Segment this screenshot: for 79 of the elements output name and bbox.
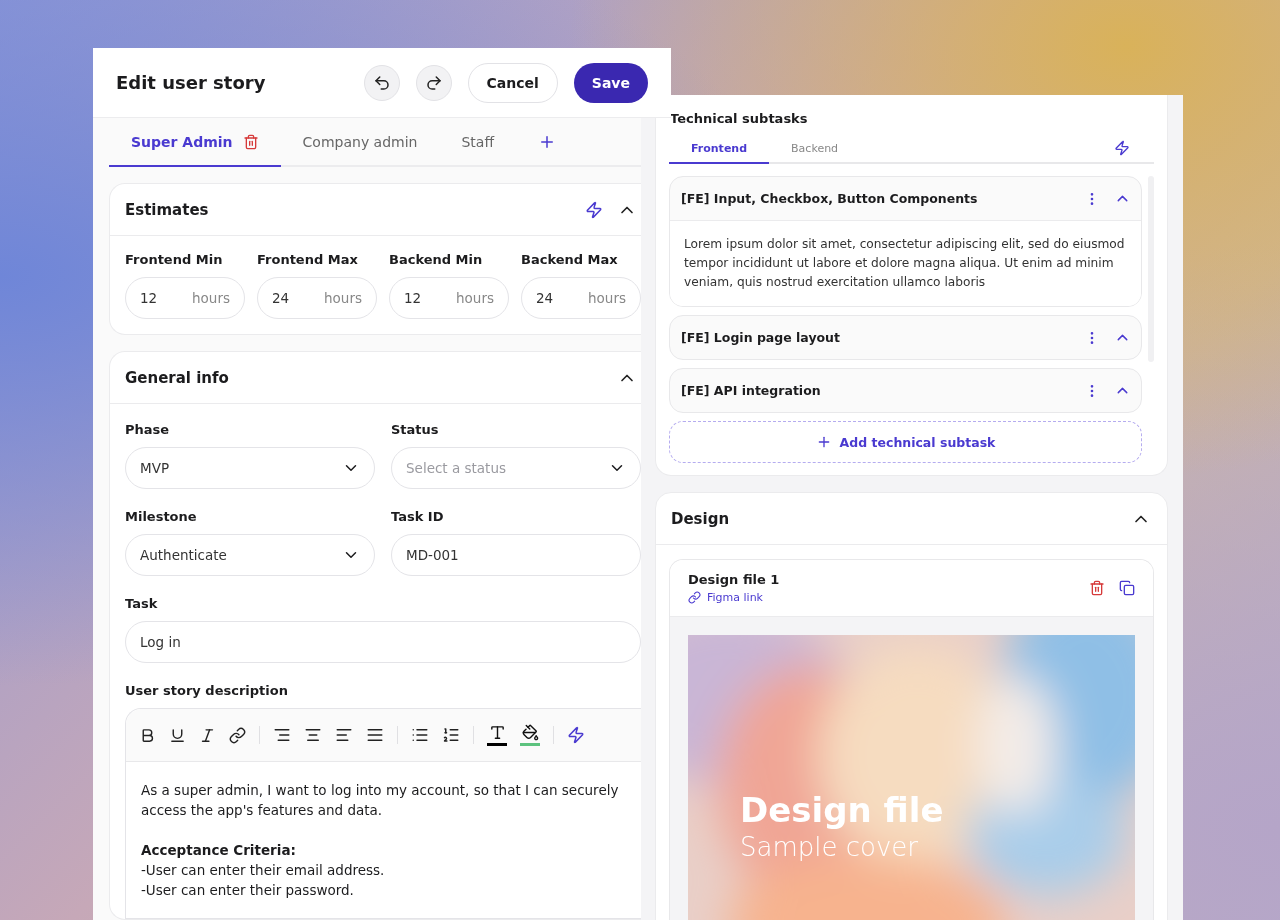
subtask-description: Lorem ipsum dolor sit amet, consectetur adipiscing elit, sed do eiusmod tempor incididunt ut labore et dolore magna aliqua. Ut enim ad minim veniam, quis nostrud exercitation ullamco laboris: [670, 220, 1141, 306]
link-icon: [688, 591, 701, 604]
italic-icon[interactable]: [199, 726, 216, 744]
text-color-button[interactable]: [487, 724, 507, 746]
field-value: 24: [272, 290, 291, 306]
fill-color-button[interactable]: [520, 724, 540, 746]
description-paragraph: Acceptance Criteria: -User can enter their email address. -User can enter their password.: [141, 841, 386, 900]
align-right-icon[interactable]: [273, 726, 291, 744]
role-tab[interactable]: Super Admin: [109, 118, 281, 167]
figma-link[interactable]: Figma link: [688, 591, 1075, 604]
window-title: Edit user story: [116, 72, 267, 93]
subtask-title: [FE] API integration: [681, 383, 822, 398]
role-tab[interactable]: Staff: [439, 118, 517, 167]
copy-icon[interactable]: [1119, 580, 1135, 596]
field-value: MVP: [140, 460, 171, 476]
subtask-tab[interactable]: Backend: [769, 134, 861, 164]
undo-icon: [372, 73, 391, 92]
select-field[interactable]: Authenticate: [125, 534, 375, 576]
field-label: Phase: [125, 422, 171, 437]
align-center-icon[interactable]: [304, 726, 322, 744]
select-field[interactable]: MVP: [125, 447, 375, 489]
field-label: Backend Min: [389, 252, 484, 267]
field-label: Backend Max: [521, 252, 619, 267]
add-subtask-button[interactable]: Add technical subtask: [669, 421, 1142, 463]
align-left-icon[interactable]: [335, 726, 353, 744]
cancel-button[interactable]: Cancel: [467, 62, 558, 103]
field-value: MD-001: [406, 547, 460, 563]
subtask-title: [FE] Input, Checkbox, Button Components: [681, 191, 979, 206]
hours-field[interactable]: 24 hours: [521, 277, 641, 319]
cover-subtitle: Sample cover: [740, 832, 920, 862]
section-title: Estimates: [125, 200, 210, 219]
field-value: 12: [140, 290, 159, 306]
redo-button[interactable]: [415, 64, 452, 101]
section-title: General info: [125, 368, 230, 387]
unit-label: hours: [588, 290, 626, 306]
field-value: 12: [404, 290, 423, 306]
file-name: Design file 1: [688, 572, 781, 587]
bullet-list-icon[interactable]: [411, 726, 429, 744]
field-label: User story description: [125, 683, 289, 698]
hours-field[interactable]: 12 hours: [389, 277, 509, 319]
unit-label: hours: [324, 290, 362, 306]
save-button[interactable]: Save: [573, 62, 648, 103]
field-value: Log in: [140, 634, 182, 650]
align-justify-icon[interactable]: [366, 726, 384, 744]
trash-icon[interactable]: [1089, 580, 1105, 596]
field-label: Frontend Max: [257, 252, 359, 267]
subtask-title: [FE] Login page layout: [681, 330, 841, 345]
field-label: Milestone: [125, 509, 198, 524]
placeholder: Select a status: [406, 460, 507, 476]
text-field[interactable]: MD-001: [391, 534, 641, 576]
redo-icon: [424, 73, 443, 92]
description-paragraph: As a super admin, I want to log into my account, so that I can securely access the app's features and data.: [141, 781, 620, 820]
field-label: Status: [391, 422, 440, 437]
section-title: Design: [671, 509, 731, 528]
field-label: Task ID: [391, 509, 445, 524]
field-label: Task: [125, 596, 159, 611]
field-value: 24: [536, 290, 555, 306]
color-swatch: [487, 743, 507, 746]
unit-label: hours: [456, 290, 494, 306]
hours-field[interactable]: 24 hours: [257, 277, 377, 319]
numbered-list-icon[interactable]: [442, 726, 460, 744]
role-tab[interactable]: Company admin: [280, 118, 440, 167]
lightning-icon[interactable]: [1114, 140, 1130, 156]
underline-icon[interactable]: [169, 726, 186, 744]
cover-title: Design file: [740, 790, 944, 830]
hours-field[interactable]: 12 hours: [125, 277, 245, 319]
link-icon[interactable]: [229, 726, 246, 744]
unit-label: hours: [192, 290, 230, 306]
subtask-tab[interactable]: Frontend: [669, 134, 770, 164]
trash-icon[interactable]: [242, 133, 259, 150]
lightning-icon[interactable]: [567, 726, 585, 744]
lightning-icon[interactable]: [585, 200, 603, 219]
undo-button[interactable]: [363, 64, 400, 101]
panel-title: Technical subtasks: [669, 110, 809, 128]
field-label: Frontend Min: [125, 252, 224, 267]
field-value: Authenticate: [140, 547, 228, 563]
color-swatch: [520, 743, 540, 746]
text-field[interactable]: Log in: [125, 621, 641, 663]
rich-text-editor[interactable]: As a super admin, I want to log into my account, so that I can securely access the app's features and data. Acceptance Criteria: -User can enter their email address. -User can enter their password.: [125, 708, 641, 919]
